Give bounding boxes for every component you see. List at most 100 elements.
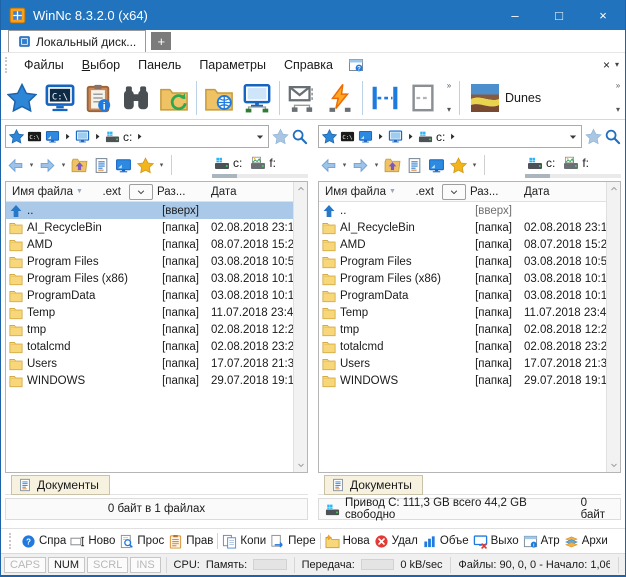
filter-combo[interactable] (129, 184, 153, 200)
drive-tab-f[interactable]: f: (248, 155, 278, 171)
left-breadcrumb[interactable]: C:\c: (5, 125, 269, 148)
drive-scrollbar-thumb[interactable] (212, 174, 237, 178)
favorites-dropdown-icon[interactable]: ▾ (157, 161, 166, 169)
add-favorite-icon[interactable] (272, 128, 289, 145)
search-icon[interactable] (604, 128, 621, 145)
back-button[interactable] (318, 155, 339, 176)
back-dropdown-icon[interactable]: ▾ (340, 161, 349, 169)
split-vertical-button[interactable] (404, 79, 442, 117)
maximize-button[interactable]: □ (537, 0, 581, 30)
desktop-icon[interactable] (358, 129, 373, 144)
file-row[interactable]: AI_RecycleBin[папка]02.08.2018 23:19 (319, 219, 606, 236)
file-info-button[interactable]: i (79, 79, 117, 117)
this-pc-icon[interactable] (75, 129, 90, 144)
menu-item-справка[interactable]: Справка (275, 56, 342, 74)
titlebar[interactable]: WinNc 8.3.2.0 (x64) –□× (1, 0, 625, 30)
column-header-date[interactable]: Дата (514, 186, 606, 198)
desktop-view-button[interactable] (113, 155, 134, 176)
scroll-up-arrow-icon[interactable] (610, 185, 618, 193)
menubar-collapse-icon[interactable]: ▾ (615, 60, 619, 69)
left-vertical-scrollbar[interactable] (293, 182, 307, 472)
fkey-1-button[interactable]: ?Спра (19, 534, 68, 549)
desktop-view-button[interactable] (426, 155, 447, 176)
parent-folder-button[interactable] (382, 155, 403, 176)
dos-root-icon[interactable]: C:\ (27, 129, 42, 144)
file-row[interactable]: tmp[папка]02.08.2018 12:20 (6, 321, 293, 338)
dos-window-button[interactable]: C:\ (41, 79, 79, 117)
add-favorite-icon[interactable] (585, 128, 602, 145)
column-header-ext[interactable]: .ext (415, 186, 442, 198)
scroll-down-arrow-icon[interactable] (297, 461, 305, 469)
column-header-size[interactable]: Раз... (468, 186, 514, 198)
fkey-12-button[interactable]: Архи (562, 534, 610, 549)
back-button[interactable] (5, 155, 26, 176)
favorites-button[interactable] (3, 79, 41, 117)
menu-item-панель[interactable]: Панель (129, 56, 190, 74)
mail-connection-button[interactable] (283, 79, 321, 117)
network-computer-button[interactable] (238, 79, 276, 117)
file-row[interactable]: Temp[папка]11.07.2018 23:43 (6, 304, 293, 321)
right-breadcrumb[interactable]: C:\c: (318, 125, 582, 148)
menu-item-файлы[interactable]: Файлы (15, 56, 73, 74)
fkey-4-button[interactable]: Прав (166, 534, 215, 549)
file-row[interactable]: ProgramData[папка]03.08.2018 10:12 (319, 287, 606, 304)
toolbar-overflow-button[interactable]: »▾ (611, 82, 625, 114)
forward-button[interactable] (37, 155, 58, 176)
menu-item-выбор[interactable]: Выбор (73, 56, 129, 74)
file-row[interactable]: ProgramData[папка]03.08.2018 10:12 (6, 287, 293, 304)
forward-dropdown-icon[interactable]: ▾ (372, 161, 381, 169)
toolbar-overflow-button[interactable]: »▾ (442, 82, 456, 114)
scroll-up-arrow-icon[interactable] (297, 185, 305, 193)
favorites-dropdown-icon[interactable]: ▾ (470, 161, 479, 169)
column-header-size[interactable]: Раз... (155, 186, 201, 198)
fkey-9-button[interactable]: Объе (420, 534, 471, 549)
minimize-button[interactable]: – (493, 0, 537, 30)
column-header-ext[interactable]: .ext (102, 186, 129, 198)
breadcrumb-dropdown-icon[interactable] (255, 132, 265, 142)
close-button[interactable]: × (581, 0, 625, 30)
desktop-icon[interactable] (45, 129, 60, 144)
favorites-button[interactable] (448, 155, 469, 176)
breadcrumb-dropdown-icon[interactable] (568, 132, 578, 142)
back-dropdown-icon[interactable]: ▾ (27, 161, 36, 169)
menu-item-параметры[interactable]: Параметры (190, 56, 275, 74)
drive-tab-c[interactable]: c: (212, 155, 244, 171)
file-row[interactable]: AMD[папка]08.07.2018 15:25 (319, 236, 606, 253)
file-row[interactable]: Users[папка]17.07.2018 21:33 (6, 355, 293, 372)
right-documents-tab[interactable]: Документы (324, 475, 423, 495)
file-row[interactable]: tmp[папка]02.08.2018 12:20 (319, 321, 606, 338)
theme-selector-button[interactable]: Dunes (463, 84, 549, 112)
right-vertical-scrollbar[interactable] (606, 182, 620, 472)
file-row[interactable]: WINDOWS[папка]29.07.2018 19:10 (6, 372, 293, 389)
file-row[interactable]: AMD[папка]08.07.2018 15:25 (6, 236, 293, 253)
menubar-close-icon[interactable]: × (603, 58, 610, 72)
file-row[interactable]: AI_RecycleBin[папка]02.08.2018 23:19 (6, 219, 293, 236)
fkey-11-button[interactable]: iАтр (521, 534, 562, 549)
file-row[interactable]: ..[вверх] (6, 202, 293, 219)
file-row[interactable]: ..[вверх] (319, 202, 606, 219)
drive-c-icon[interactable] (105, 129, 120, 144)
split-horizontal-button[interactable] (366, 79, 404, 117)
fkey-2-button[interactable]: Ново (68, 534, 117, 549)
file-row[interactable]: Temp[папка]11.07.2018 23:43 (319, 304, 606, 321)
scroll-down-arrow-icon[interactable] (610, 461, 618, 469)
fkey-6-button[interactable]: Пере (268, 534, 317, 549)
forward-dropdown-icon[interactable]: ▾ (59, 161, 68, 169)
new-tab-button[interactable]: + (151, 32, 171, 50)
window-help-icon[interactable]: ? (348, 57, 364, 73)
file-row[interactable]: Users[папка]17.07.2018 21:33 (319, 355, 606, 372)
ftp-connection-button[interactable] (321, 79, 359, 117)
fkey-10-button[interactable]: Выхо (471, 534, 521, 549)
file-row[interactable]: WINDOWS[папка]29.07.2018 19:10 (319, 372, 606, 389)
file-view-button[interactable] (404, 155, 425, 176)
column-header-name[interactable]: Имя файла▼.ext (6, 186, 129, 198)
drive-tab-f[interactable]: f: (561, 155, 591, 171)
file-row[interactable]: Program Files[папка]03.08.2018 10:59 (6, 253, 293, 270)
quick-access-icon[interactable] (322, 129, 337, 144)
drive-tab-c[interactable]: c: (525, 155, 557, 171)
file-row[interactable]: totalcmd[папка]02.08.2018 23:26 (6, 338, 293, 355)
fkey-3-button[interactable]: Прос (117, 534, 166, 549)
forward-button[interactable] (350, 155, 371, 176)
file-row[interactable]: Program Files[папка]03.08.2018 10:59 (319, 253, 606, 270)
synchronize-folder-button[interactable] (155, 79, 193, 117)
